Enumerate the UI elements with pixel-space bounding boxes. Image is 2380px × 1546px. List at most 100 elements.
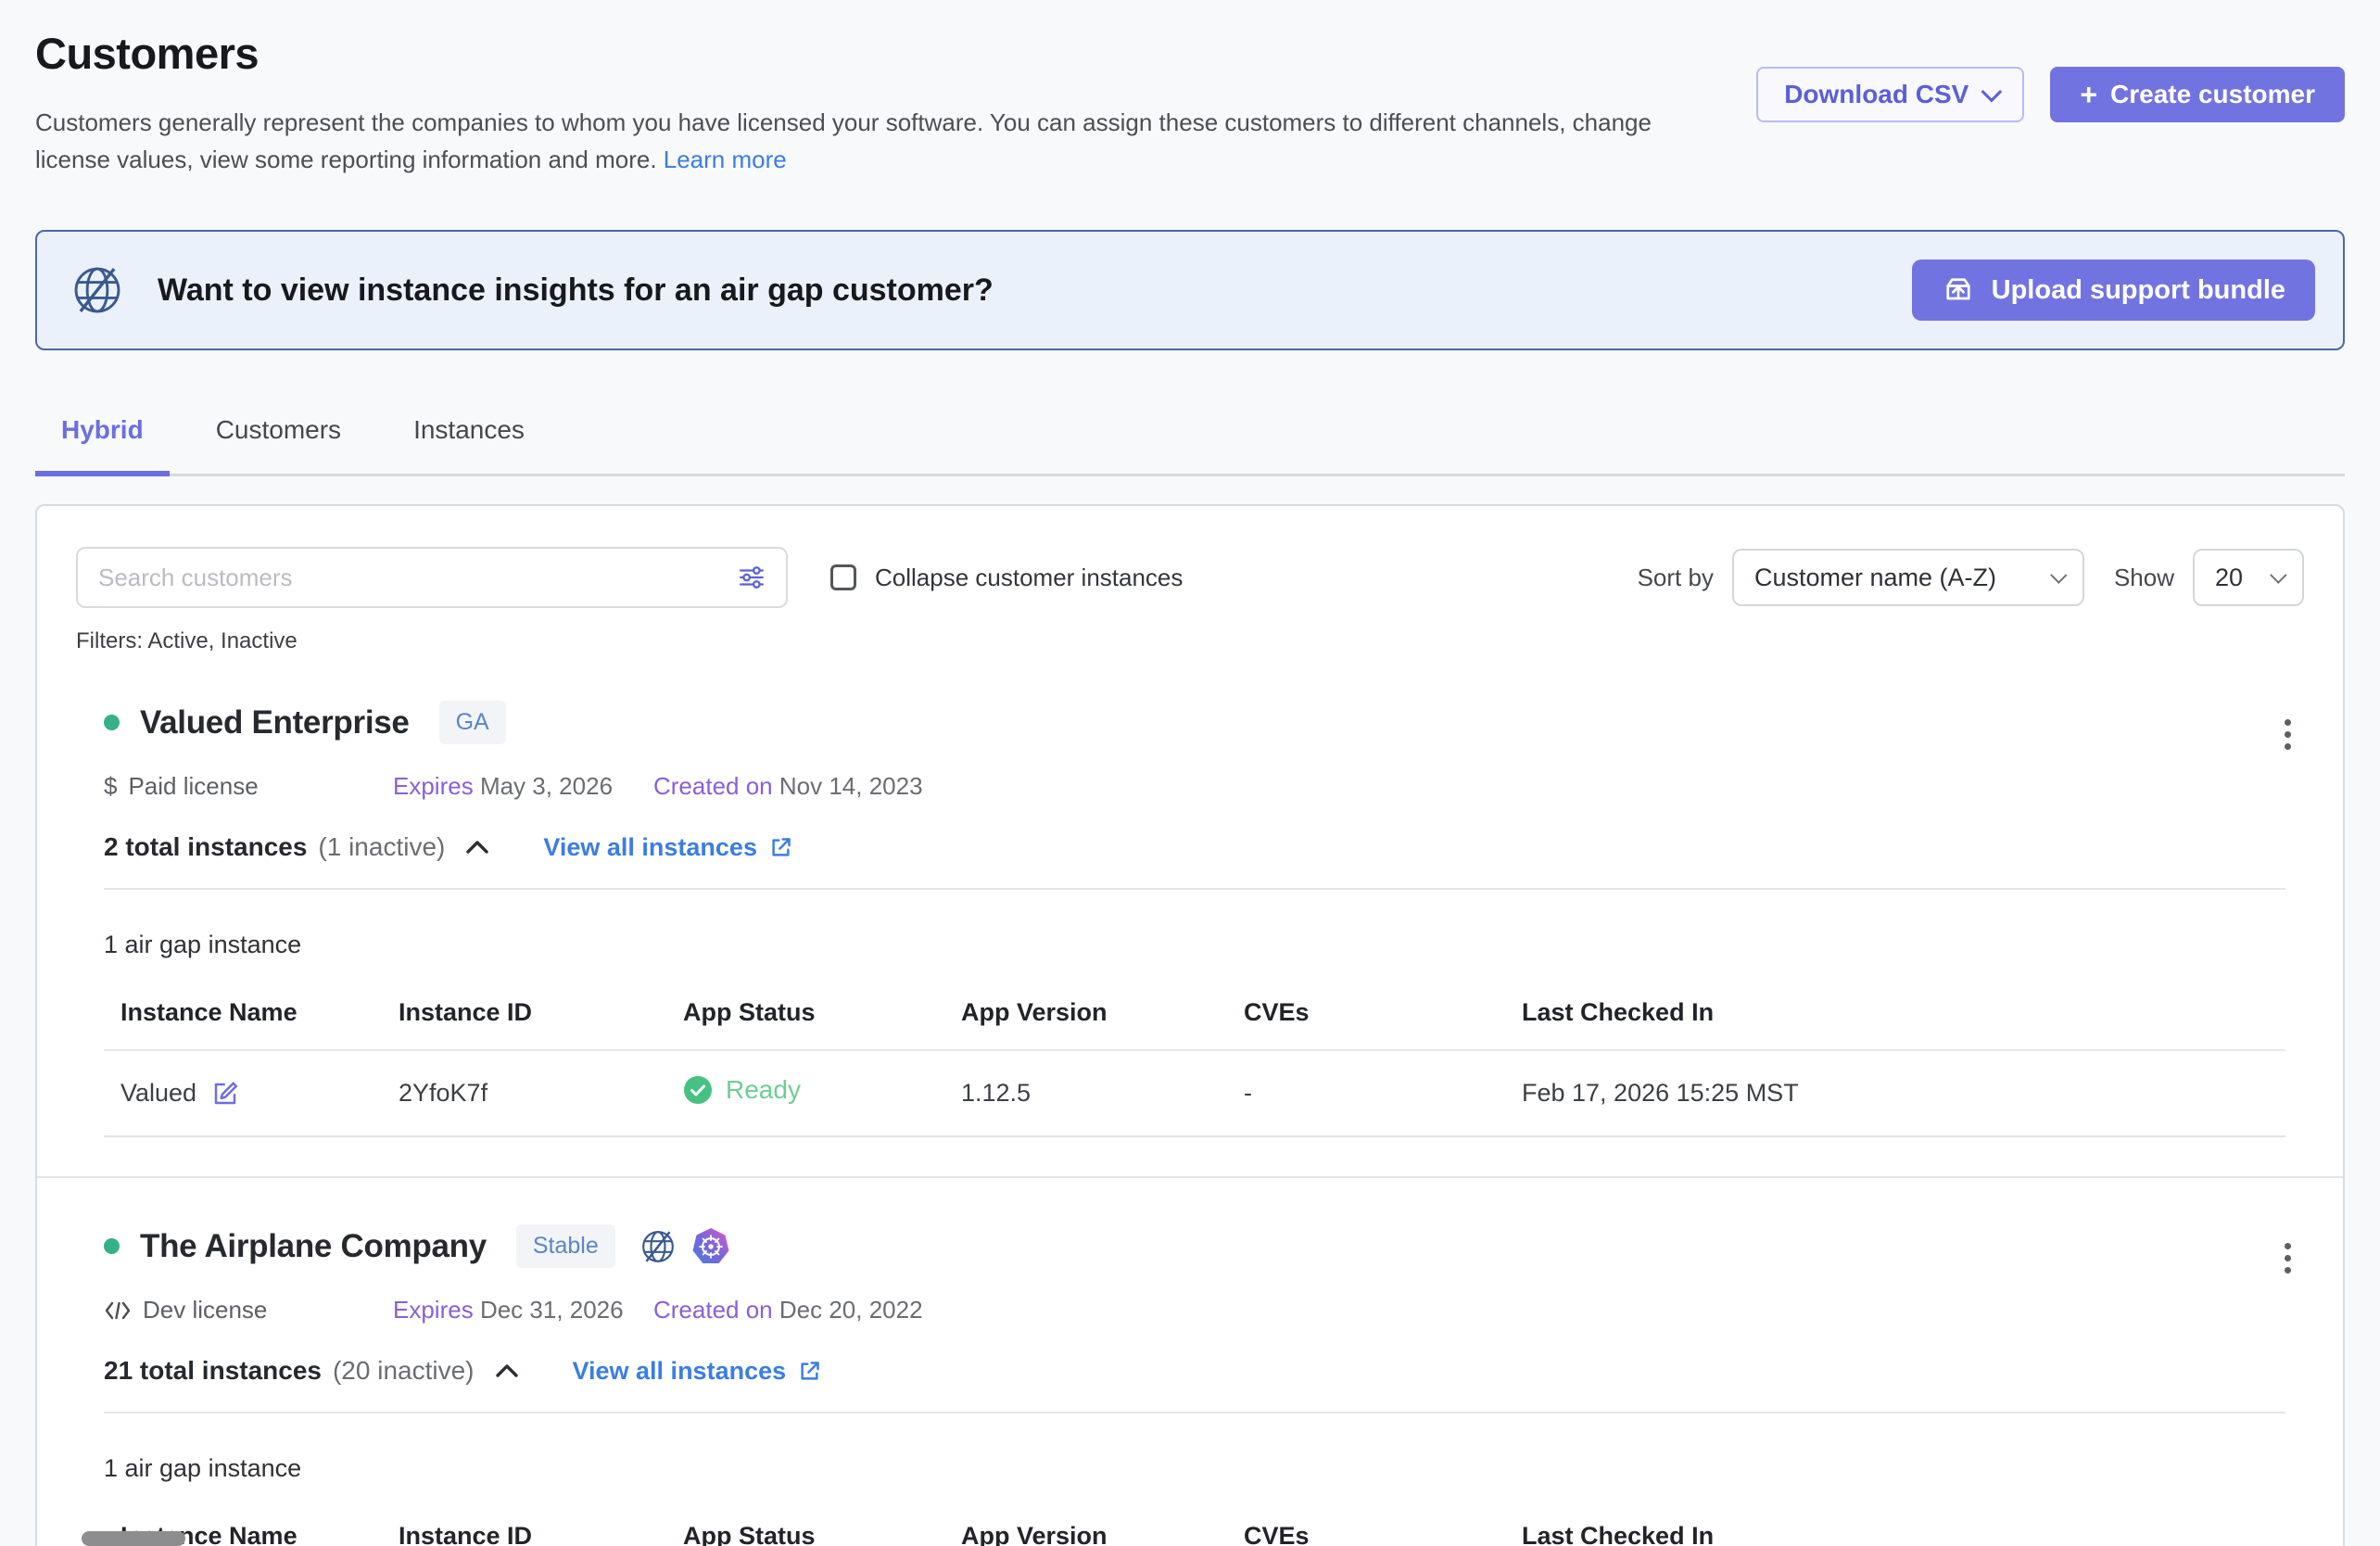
page-title: Customers [35,28,1694,79]
chevron-up-icon[interactable] [463,836,491,858]
expires-group: Expires May 3, 2026 [393,772,653,801]
upload-support-bundle-button[interactable]: Upload support bundle [1912,260,2315,321]
license-type: Dev license [104,1296,393,1324]
customer-section-airplane-company: The Airplane Company Stable [76,1224,2304,1546]
customer-meta: $ Paid license Expires May 3, 2026 Creat… [104,772,2285,801]
app-status-text: Ready [726,1075,801,1105]
created-label: Created on [653,772,773,800]
cves-cell: - [1227,1050,1505,1136]
view-all-label: View all instances [573,1357,787,1386]
external-link-icon [797,1359,822,1384]
airgap-instances-heading: 1 air gap instance [104,1454,2285,1483]
active-status-dot [104,1238,120,1254]
customer-meta: Dev license Expires Dec 31, 2026 Created… [104,1296,2285,1324]
learn-more-link[interactable]: Learn more [664,146,787,173]
airgap-instances-heading: 1 air gap instance [104,931,2285,959]
last-checked-in-cell: Feb 17, 2026 15:25 MST [1505,1050,2285,1136]
tab-bar: Hybrid Customers Instances [35,415,2345,476]
created-group: Created on Dec 20, 2022 [653,1296,923,1324]
tab-customers[interactable]: Customers [190,415,367,476]
upload-bundle-label: Upload support bundle [1992,275,2285,306]
column-header-last-checked-in: Last Checked In [1505,972,2285,1050]
channel-badge: GA [439,701,506,744]
view-all-instances-link[interactable]: View all instances [573,1357,823,1386]
view-all-instances-link[interactable]: View all instances [543,833,793,862]
app-version-cell: 1.12.5 [944,1050,1227,1136]
kebab-menu[interactable] [2277,712,2298,757]
column-header-last-checked-in: Last Checked In [1505,1496,2285,1546]
license-type: $ Paid license [104,772,393,801]
create-customer-label: Create customer [2110,80,2315,109]
customers-page: Customers Customers generally represent … [0,0,2380,1546]
banner-heading: Want to view instance insights for an ai… [158,272,994,309]
table-header-row: Instance Name Instance ID App Status App… [104,1496,2285,1546]
toolbar: Collapse customer instances Sort by Cust… [76,506,2304,608]
external-link-icon [768,835,793,860]
expires-group: Expires Dec 31, 2026 [393,1296,653,1324]
sort-by-label: Sort by [1638,564,1714,592]
header-actions: Download CSV + Create customer [1756,67,2345,122]
edit-icon[interactable] [211,1080,239,1108]
created-value: Dec 20, 2022 [779,1296,923,1324]
created-value: Nov 14, 2023 [779,772,923,800]
chevron-up-icon[interactable] [493,1360,521,1382]
kubernetes-helm-icon [691,1227,730,1266]
instance-id-cell: 2YfoK7f [382,1050,666,1136]
instance-name-cell: Valued [120,1079,239,1108]
install-type-icons [639,1227,730,1266]
search-input[interactable] [98,564,738,592]
description-text: Customers generally represent the compan… [35,108,1652,173]
sort-select[interactable]: Customer name (A-Z) [1732,549,2084,606]
create-customer-button[interactable]: + Create customer [2050,67,2345,122]
inactive-count: (20 inactive) [333,1356,475,1386]
license-label: Dev license [143,1296,267,1324]
show-label: Show [2114,564,2174,592]
instance-name: Valued [120,1079,196,1108]
table-row: Valued 2YfoK7f [104,1050,2285,1136]
expires-value: Dec 31, 2026 [480,1296,624,1324]
collapse-instances-label: Collapse customer instances [875,564,1183,592]
chevron-down-icon [1981,82,2003,103]
instances-summary-row: 2 total instances (1 inactive) View all … [104,832,2285,862]
channel-badge: Stable [516,1224,615,1268]
instances-table: Instance Name Instance ID App Status App… [104,972,2285,1137]
expires-label: Expires [393,772,474,800]
ready-check-icon [683,1075,713,1105]
collapse-instances-checkbox[interactable] [830,564,856,590]
app-status-cell: Ready [683,1075,801,1105]
customer-name[interactable]: The Airplane Company [140,1228,487,1265]
tab-instances[interactable]: Instances [387,415,551,476]
column-header-app-version: App Version [944,1496,1227,1546]
search-box [76,547,788,608]
column-header-instance-id: Instance ID [382,972,666,1050]
page-description: Customers generally represent the compan… [35,105,1694,178]
download-csv-button[interactable]: Download CSV [1756,67,2024,122]
section-divider [104,1412,2285,1413]
customer-header: Valued Enterprise GA [104,701,2285,744]
tab-hybrid[interactable]: Hybrid [35,415,170,476]
license-label: Paid license [128,772,258,801]
expires-label: Expires [393,1296,474,1324]
filter-sliders-icon[interactable] [738,564,766,591]
horizontal-scrollbar-thumb[interactable] [82,1531,185,1546]
paid-license-icon: $ [104,772,117,801]
column-header-cves: CVEs [1227,972,1505,1050]
column-header-app-status: App Status [666,1496,944,1546]
view-all-label: View all instances [543,833,757,862]
instances-table: Instance Name Instance ID App Status App… [104,1496,2285,1546]
created-label: Created on [653,1296,773,1324]
show-select-value: 20 [2215,564,2243,592]
expires-value: May 3, 2026 [480,772,613,800]
globe-slash-icon [639,1228,677,1265]
download-csv-label: Download CSV [1784,80,1969,109]
customer-name[interactable]: Valued Enterprise [140,704,410,741]
column-header-app-status: App Status [666,972,944,1050]
customer-header: The Airplane Company Stable [104,1224,2285,1268]
chevron-down-icon [2050,566,2067,583]
kebab-menu[interactable] [2277,1236,2298,1281]
chevron-down-icon [2270,566,2286,583]
table-header-row: Instance Name Instance ID App Status App… [104,972,2285,1050]
show-select[interactable]: 20 [2193,549,2304,606]
column-header-app-version: App Version [944,972,1227,1050]
plus-icon: + [2080,80,2097,109]
